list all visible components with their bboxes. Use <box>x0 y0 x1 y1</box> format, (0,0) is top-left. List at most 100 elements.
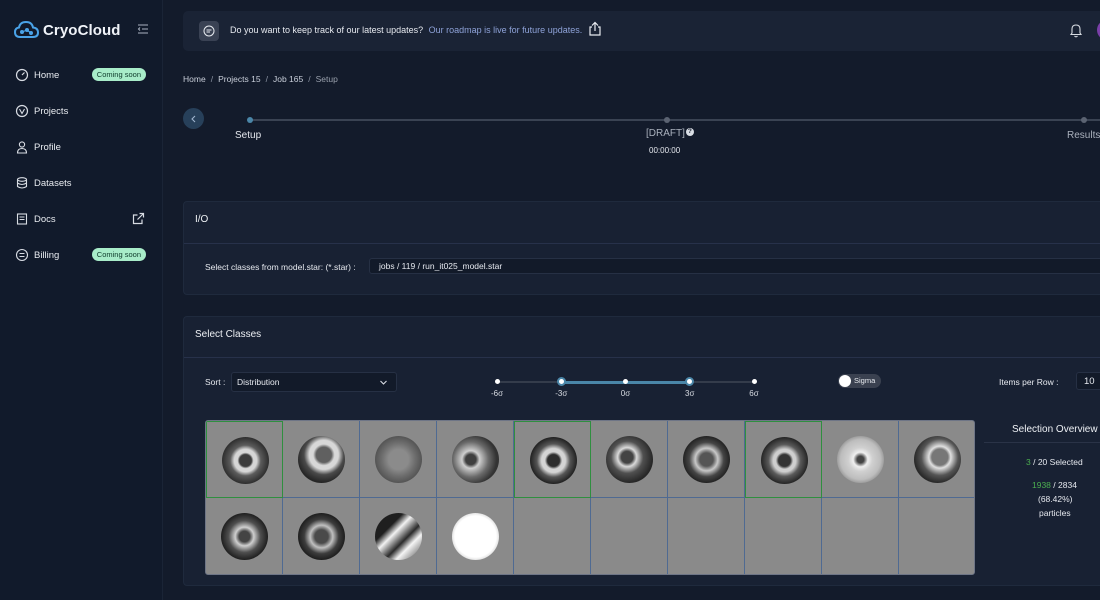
sigma-toggle[interactable]: Sigma <box>838 374 881 388</box>
class-thumbnail-cell[interactable] <box>206 498 283 574</box>
sidebar-item-label: Projects <box>34 105 69 117</box>
class-average-image <box>222 437 269 484</box>
io-panel: I/O Select classes from model.star: (*.s… <box>183 201 1100 295</box>
class-thumbnail-cell[interactable] <box>514 421 591 498</box>
model-star-input[interactable]: jobs / 119 / run_it025_model.star <box>369 258 1100 274</box>
particles-total: / 2834 <box>1053 480 1077 490</box>
breadcrumb-job[interactable]: Job 165 <box>273 74 303 84</box>
shield-icon <box>15 104 29 118</box>
sidebar-item-projects[interactable]: Projects <box>15 100 150 122</box>
class-average-image <box>221 513 268 560</box>
class-thumbnail-cell[interactable] <box>283 421 360 498</box>
class-average-image <box>298 436 345 483</box>
class-thumbnail-cell[interactable] <box>591 421 668 498</box>
cloud-logo-icon <box>14 20 39 38</box>
breadcrumb-project[interactable]: Projects 15 <box>218 74 261 84</box>
roadmap-link[interactable]: Our roadmap is live for future updates. <box>429 25 583 35</box>
panel-divider <box>184 243 1100 244</box>
coming-soon-badge: Coming soon <box>91 68 146 81</box>
sidebar-item-docs[interactable]: Docs <box>15 208 150 230</box>
back-button[interactable] <box>183 108 204 129</box>
class-average-image <box>837 436 884 483</box>
step-label-results[interactable]: Results <box>1067 130 1100 141</box>
breadcrumb-home[interactable]: Home <box>183 74 206 84</box>
sigma-tick-label: 0σ <box>620 389 631 398</box>
step-label-draft[interactable]: [DRAFT]? <box>646 128 694 139</box>
class-thumbnail-cell[interactable] <box>668 421 745 498</box>
empty-grid-cell <box>514 498 591 574</box>
class-average-image <box>375 513 422 560</box>
select-classes-title: Select Classes <box>195 329 262 340</box>
empty-grid-cell <box>899 498 974 574</box>
brand-name: CryoCloud <box>43 21 121 39</box>
particles-label: particles <box>1039 508 1071 518</box>
class-thumbnail-cell[interactable] <box>437 421 514 498</box>
class-average-image <box>914 436 961 483</box>
class-thumbnail-cell[interactable] <box>283 498 360 574</box>
sidebar-item-home[interactable]: Home Coming soon <box>15 64 150 86</box>
sort-select[interactable]: Distribution <box>231 372 397 392</box>
sigma-slider-thumb[interactable] <box>685 377 695 386</box>
class-thumbnail-cell[interactable] <box>360 421 437 498</box>
items-per-row-label: Items per Row : <box>999 377 1059 387</box>
sidebar-item-label: Docs <box>34 213 56 225</box>
selected-count-line: 3 / 20 Selected <box>1026 457 1083 467</box>
overview-divider <box>984 442 1100 443</box>
banner-message: Do you want to keep track of our latest … <box>230 25 424 35</box>
items-per-row-input[interactable]: 10 <box>1076 372 1100 390</box>
class-thumbnail-cell[interactable] <box>360 498 437 574</box>
step-dot-setup <box>247 117 253 123</box>
breadcrumb-current: Setup <box>315 74 338 84</box>
particles-selected: 1938 <box>1032 480 1051 490</box>
empty-grid-cell <box>591 498 668 574</box>
class-thumbnail-cell[interactable] <box>745 421 822 498</box>
sidebar-item-billing[interactable]: Billing Coming soon <box>15 244 150 266</box>
sidebar-item-datasets[interactable]: Datasets <box>15 172 150 194</box>
empty-grid-cell <box>668 498 745 574</box>
class-thumbnail-cell[interactable] <box>822 421 899 498</box>
breadcrumb-separator: / <box>308 74 311 84</box>
sigma-slider-mark <box>623 379 628 384</box>
class-average-image <box>761 437 808 484</box>
chevron-down-icon <box>380 380 387 385</box>
database-icon <box>15 176 29 190</box>
collapse-sidebar-icon[interactable] <box>137 23 149 35</box>
chevron-left-icon <box>190 115 195 122</box>
breadcrumb-separator: / <box>210 74 214 84</box>
breadcrumb-separator: / <box>265 74 268 84</box>
sidebar: CryoCloud Home Coming soon Projects Prof… <box>0 0 163 600</box>
step-label-setup[interactable]: Setup <box>235 130 261 141</box>
class-average-image <box>375 436 422 483</box>
empty-grid-cell <box>822 498 899 574</box>
sigma-tick-label: -6σ <box>490 389 504 398</box>
selection-overview-title: Selection Overview <box>1012 424 1098 435</box>
stepper-line <box>250 119 1100 121</box>
step-label-draft-text: [DRAFT] <box>646 128 685 139</box>
coming-soon-badge: Coming soon <box>91 248 146 261</box>
user-icon <box>15 140 29 154</box>
sidebar-item-label: Datasets <box>34 177 72 189</box>
class-thumbnail-cell[interactable] <box>206 421 283 498</box>
class-thumbnail-grid <box>205 420 975 575</box>
class-thumbnail-cell[interactable] <box>437 498 514 574</box>
sidebar-item-label: Profile <box>34 141 61 153</box>
book-icon <box>15 212 29 226</box>
share-icon[interactable] <box>587 21 603 37</box>
step-dot-draft <box>664 117 670 123</box>
banner-text: Do you want to keep track of our latest … <box>230 25 582 35</box>
model-star-label: Select classes from model.star: (*.star)… <box>205 262 356 272</box>
receipt-icon <box>15 248 29 262</box>
brand[interactable]: CryoCloud <box>14 18 121 42</box>
selected-count: 3 <box>1026 457 1031 467</box>
help-icon[interactable]: ? <box>685 128 694 136</box>
sigma-tick-label: -3σ <box>555 389 568 398</box>
particles-percent: (68.42%) <box>1038 494 1073 504</box>
sigma-slider-thumb[interactable] <box>556 377 566 386</box>
step-dot-results <box>1081 117 1087 123</box>
external-link-icon[interactable] <box>132 212 145 225</box>
sidebar-item-profile[interactable]: Profile <box>15 136 150 158</box>
particles-line: 1938 / 2834 <box>1032 480 1077 490</box>
bell-icon[interactable] <box>1068 22 1084 38</box>
class-thumbnail-cell[interactable] <box>899 421 974 498</box>
sidebar-item-label: Billing <box>34 249 60 261</box>
